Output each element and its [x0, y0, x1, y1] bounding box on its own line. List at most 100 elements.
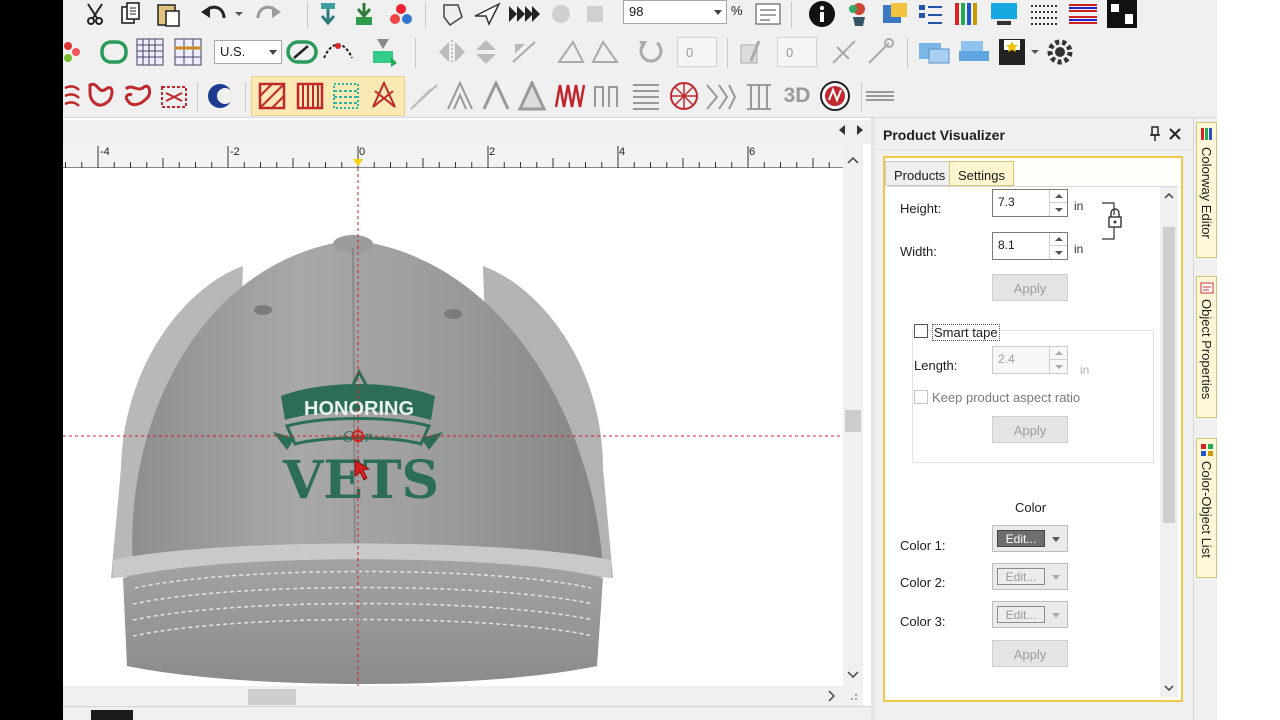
tab-products[interactable]: Products — [885, 161, 955, 186]
mirror-vertical-icon[interactable] — [469, 36, 503, 68]
list-view-icon[interactable] — [915, 0, 947, 28]
scroll-down-icon[interactable] — [1163, 683, 1175, 693]
column-stitch-icon[interactable] — [293, 80, 327, 112]
copy-icon[interactable] — [117, 0, 145, 28]
resize-grip-icon[interactable] — [847, 690, 859, 702]
width-input[interactable]: 8.1 — [992, 232, 1068, 260]
e-stitch-icon[interactable] — [589, 80, 623, 112]
more-tools-icon[interactable] — [863, 80, 897, 112]
mirror-diagonal-icon[interactable] — [507, 36, 541, 68]
tatami-stitch-icon[interactable] — [329, 80, 363, 112]
outline-stitch-icon[interactable] — [703, 80, 739, 112]
palette-icon[interactable] — [63, 36, 83, 68]
paste-icon[interactable] — [153, 0, 183, 28]
rotate-angle-input[interactable]: 0 — [677, 37, 717, 67]
stipple-icon[interactable] — [121, 80, 155, 112]
notes-icon[interactable] — [879, 0, 911, 28]
apply-size-button[interactable]: Apply — [992, 274, 1068, 301]
motif-run-icon[interactable] — [515, 80, 549, 112]
slant-right-icon[interactable] — [589, 36, 623, 68]
info-icon[interactable] — [807, 0, 837, 28]
color-3-button[interactable]: Edit... — [992, 601, 1068, 628]
tab-settings[interactable]: Settings — [949, 161, 1014, 186]
cut-icon[interactable] — [81, 0, 109, 28]
3d-foam-icon[interactable]: 3D — [777, 80, 817, 112]
horizontal-scroll-thumb[interactable] — [248, 689, 296, 705]
smart-tape-label[interactable]: Smart tape — [932, 324, 1000, 341]
skew-angle-input[interactable]: 0 — [777, 37, 817, 67]
dock-tab-object-properties[interactable]: Object Properties — [1196, 276, 1217, 418]
view-options-icon[interactable] — [753, 0, 783, 28]
triple-stitch-icon[interactable] — [443, 80, 477, 112]
grid-snap-icon[interactable] — [171, 36, 205, 68]
spin-up-icon[interactable] — [1049, 233, 1067, 246]
star-fill-icon[interactable] — [367, 80, 401, 112]
run-stitch-icon[interactable] — [407, 80, 441, 112]
close-icon[interactable] — [1167, 126, 1183, 142]
bean-stitch-icon[interactable] — [479, 80, 513, 112]
zigzag-icon[interactable] — [553, 80, 587, 112]
radial-fill-icon[interactable] — [667, 80, 701, 112]
spin-down-icon[interactable] — [1049, 360, 1067, 373]
length-input[interactable]: 2.4 — [992, 346, 1068, 374]
lock-proportion-icon[interactable] — [1100, 201, 1124, 241]
fancy-fill-icon[interactable] — [157, 80, 191, 112]
pattern-fill-icon[interactable] — [85, 80, 119, 112]
machine-icon[interactable] — [581, 0, 609, 28]
appliqué-icon[interactable] — [365, 36, 401, 68]
send-icon[interactable] — [471, 0, 503, 28]
panel-scroll-thumb[interactable] — [1163, 227, 1175, 523]
fast-forward-icon[interactable] — [507, 0, 541, 28]
thread-chart-icon[interactable] — [951, 0, 981, 28]
lines-icon[interactable] — [629, 80, 663, 112]
scroll-up-icon[interactable] — [846, 154, 860, 166]
spin-down-icon[interactable] — [1049, 203, 1067, 216]
vertical-scroll-thumb[interactable] — [845, 410, 861, 432]
spin-down-icon[interactable] — [1049, 246, 1067, 259]
qr-icon[interactable] — [1105, 0, 1139, 28]
region-combo[interactable]: U.S. — [214, 40, 282, 64]
monitor-icon[interactable] — [987, 0, 1021, 28]
color-1-button[interactable]: Edit... — [992, 525, 1068, 552]
scroll-down-icon[interactable] — [846, 668, 860, 680]
embroidery-icon[interactable] — [817, 80, 853, 112]
scroll-up-icon[interactable] — [1163, 191, 1175, 201]
height-input[interactable]: 7.3 — [992, 189, 1068, 217]
skew-icon[interactable] — [735, 36, 769, 68]
apply-tape-button[interactable]: Apply — [992, 416, 1068, 443]
transform-icon[interactable] — [863, 36, 897, 68]
import-icon[interactable] — [315, 0, 341, 28]
hoop-icon[interactable] — [439, 0, 467, 28]
grid-icon[interactable] — [133, 36, 167, 68]
undo-icon[interactable] — [199, 0, 229, 28]
scroll-right-icon[interactable] — [853, 122, 867, 138]
puller-icon[interactable] — [547, 0, 575, 28]
save-dropdown-icon[interactable] — [1029, 40, 1041, 64]
zoom-combo[interactable]: 98 — [623, 0, 727, 24]
canvas-horizontal-scrollbar[interactable] — [63, 686, 863, 706]
mirror-horizontal-icon[interactable] — [435, 36, 469, 68]
sewing-machine-icon[interactable] — [955, 36, 993, 68]
color-lines-icon[interactable] — [1065, 0, 1101, 28]
export-icon[interactable] — [351, 0, 377, 28]
crescent-icon[interactable] — [203, 80, 237, 112]
curve-tool-icon[interactable] — [321, 36, 355, 68]
smart-tape-checkbox[interactable] — [914, 324, 928, 338]
plant-icon[interactable] — [843, 0, 875, 28]
apply-color-button[interactable]: Apply — [992, 640, 1068, 667]
machine-settings-icon[interactable] — [915, 36, 953, 68]
dot-grid-icon[interactable] — [1027, 0, 1061, 28]
distort-icon[interactable] — [827, 36, 861, 68]
border-shape-icon[interactable] — [97, 36, 131, 68]
canvas-vertical-scrollbar[interactable] — [843, 144, 863, 688]
undo-dropdown-icon[interactable] — [233, 4, 245, 24]
motif-fill-icon[interactable] — [63, 80, 81, 112]
panel-scrollbar[interactable] — [1160, 187, 1178, 697]
node-edit-icon[interactable] — [285, 36, 319, 68]
satin-stitch-icon[interactable] — [255, 80, 289, 112]
gear-icon[interactable] — [1043, 36, 1077, 68]
spin-up-icon[interactable] — [1049, 347, 1067, 360]
scroll-left-icon[interactable] — [835, 122, 849, 138]
redo-icon[interactable] — [253, 0, 283, 28]
horizontal-ruler[interactable]: -4 -2 0 2 4 6 — [63, 144, 843, 168]
